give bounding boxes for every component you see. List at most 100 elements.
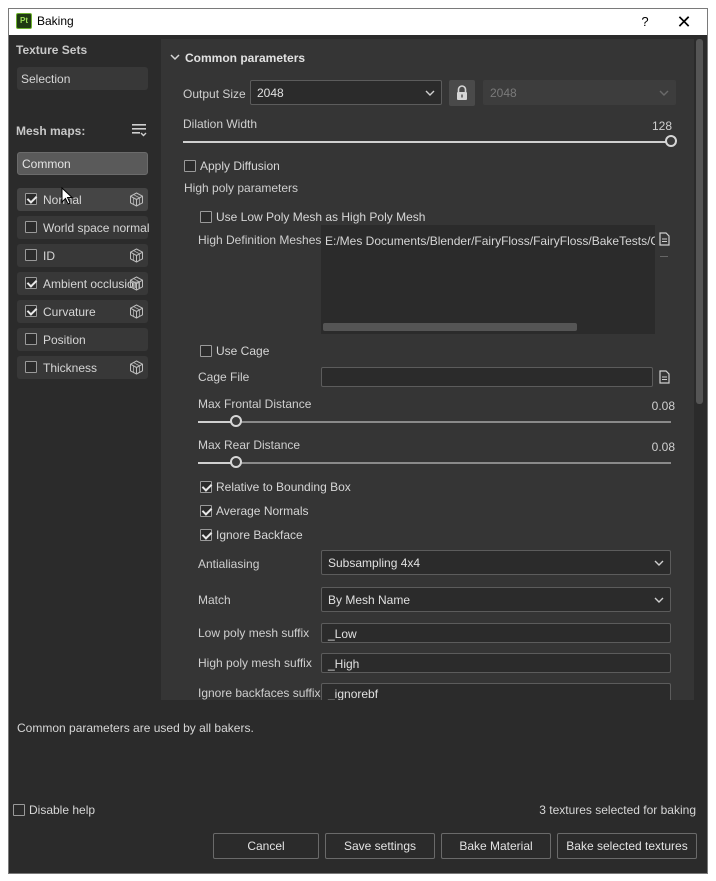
cube-icon[interactable] — [129, 360, 144, 375]
cube-icon[interactable] — [129, 192, 144, 207]
max-frontal-track — [198, 421, 671, 423]
relative-bbox-checkbox[interactable] — [200, 481, 212, 493]
help-button[interactable]: ? — [635, 12, 655, 32]
relative-bbox-row[interactable]: Relative to Bounding Box — [200, 480, 351, 494]
high-poly-suffix-input[interactable]: _High — [321, 653, 671, 673]
title-bar: Pt Baking ? ✕ — [9, 9, 707, 35]
apply-diffusion-checkbox[interactable] — [184, 160, 196, 172]
output-size-locked-select: 2048 — [483, 80, 676, 105]
meshes-horizontal-scrollbar[interactable] — [323, 323, 577, 331]
mesh-map-label: ID — [43, 249, 55, 263]
max-frontal-distance-slider[interactable] — [230, 415, 242, 427]
texture-set-selection[interactable]: Selection — [17, 67, 148, 90]
use-low-poly-checkbox[interactable] — [200, 211, 212, 223]
file-icon[interactable] — [659, 370, 670, 384]
disable-help-row[interactable]: Disable help — [13, 803, 95, 817]
mesh-map-item[interactable]: Position — [17, 328, 148, 351]
ignore-backface-label: Ignore Backface — [216, 528, 303, 542]
close-button[interactable]: ✕ — [673, 12, 695, 32]
ignore-backface-checkbox[interactable] — [200, 529, 212, 541]
output-size-label: Output Size — [183, 87, 246, 101]
mouse-cursor-icon — [61, 187, 73, 205]
app-logo-icon: Pt — [16, 13, 32, 29]
mesh-map-checkbox[interactable] — [25, 249, 37, 261]
mesh-map-checkbox[interactable] — [25, 277, 37, 289]
high-def-mesh-path[interactable]: E:/Mes Documents/Blender/FairyFloss/Fair… — [325, 234, 655, 248]
file-icon[interactable] — [659, 232, 670, 246]
use-low-poly-row[interactable]: Use Low Poly Mesh as High Poly Mesh — [200, 210, 425, 224]
mesh-map-item[interactable]: Curvature — [17, 300, 148, 323]
max-frontal-distance-label: Max Frontal Distance — [198, 397, 312, 411]
max-rear-distance-label: Max Rear Distance — [198, 438, 301, 452]
vertical-scrollbar-thumb[interactable] — [696, 39, 703, 404]
disable-help-checkbox[interactable] — [13, 804, 25, 816]
average-normals-checkbox[interactable] — [200, 505, 212, 517]
mesh-map-label: Ambient occlusion — [43, 277, 141, 291]
average-normals-label: Average Normals — [216, 504, 309, 518]
match-select[interactable]: By Mesh Name — [321, 587, 671, 612]
section-title[interactable]: Common parameters — [185, 51, 305, 65]
cage-file-label: Cage File — [198, 370, 250, 384]
use-cage-row[interactable]: Use Cage — [200, 344, 269, 358]
chevron-down-icon[interactable] — [170, 52, 180, 62]
help-text: Common parameters are used by all bakers… — [17, 721, 254, 735]
mesh-map-item[interactable]: Normal — [17, 188, 148, 211]
mesh-map-checkbox[interactable] — [25, 193, 37, 205]
use-low-poly-label: Use Low Poly Mesh as High Poly Mesh — [216, 210, 426, 224]
mesh-map-item[interactable]: ID — [17, 244, 148, 267]
dilation-width-label: Dilation Width — [183, 117, 258, 131]
chevron-down-icon — [654, 597, 664, 603]
output-size-select[interactable]: 2048 — [250, 80, 442, 105]
max-rear-distance-slider[interactable] — [230, 456, 242, 468]
list-menu-icon[interactable] — [131, 122, 147, 138]
common-button[interactable]: Common — [17, 152, 148, 175]
high-poly-suffix-label: High poly mesh suffix — [198, 656, 312, 670]
ignore-backface-row[interactable]: Ignore Backface — [200, 528, 303, 542]
lock-button[interactable] — [449, 80, 475, 106]
bake-material-button[interactable]: Bake Material — [441, 833, 551, 859]
cancel-button[interactable]: Cancel — [213, 833, 319, 859]
disable-help-label: Disable help — [29, 803, 96, 817]
mesh-map-item[interactable]: Ambient occlusion — [17, 272, 148, 295]
chevron-down-icon — [654, 560, 664, 566]
mesh-map-checkbox[interactable] — [25, 305, 37, 317]
mesh-map-checkbox[interactable] — [25, 221, 37, 233]
dilation-width-fill — [183, 141, 671, 143]
remove-mesh-icon[interactable] — [660, 256, 668, 257]
apply-diffusion-label: Apply Diffusion — [200, 159, 280, 173]
mesh-map-checkbox[interactable] — [25, 361, 37, 373]
mesh-map-checkbox[interactable] — [25, 333, 37, 345]
use-cage-label: Use Cage — [216, 344, 270, 358]
mesh-map-label: World space normal — [43, 221, 150, 235]
save-settings-button[interactable]: Save settings — [325, 833, 435, 859]
ignore-backfaces-suffix-input[interactable]: _ignorebf — [321, 683, 671, 700]
bake-selected-textures-button[interactable]: Bake selected textures — [557, 833, 697, 859]
match-value: By Mesh Name — [328, 593, 411, 607]
ignore-backfaces-suffix-label: Ignore backfaces suffix — [198, 686, 321, 700]
mesh-map-item[interactable]: Thickness — [17, 356, 148, 379]
dilation-width-value: 128 — [651, 119, 672, 133]
texture-sets-heading: Texture Sets — [16, 43, 88, 57]
low-poly-suffix-input[interactable]: _Low — [321, 623, 671, 643]
low-poly-suffix-label: Low poly mesh suffix — [198, 626, 310, 640]
mesh-maps-heading: Mesh maps: — [16, 124, 86, 138]
mesh-map-label: Position — [43, 333, 86, 347]
cube-icon[interactable] — [129, 304, 144, 319]
mesh-map-item[interactable]: World space normal — [17, 216, 150, 239]
high-def-meshes-list[interactable]: E:/Mes Documents/Blender/FairyFloss/Fair… — [321, 225, 655, 334]
match-label: Match — [198, 593, 231, 607]
cage-file-input[interactable] — [321, 367, 653, 387]
cube-icon[interactable] — [129, 276, 144, 291]
antialiasing-label: Antialiasing — [198, 557, 260, 571]
dilation-width-slider[interactable] — [665, 135, 677, 147]
antialiasing-select[interactable]: Subsampling 4x4 — [321, 550, 671, 575]
apply-diffusion-row[interactable]: Apply Diffusion — [184, 159, 280, 173]
mesh-map-label: Thickness — [43, 361, 98, 375]
mesh-map-label: Curvature — [43, 305, 96, 319]
max-rear-distance-value: 0.08 — [651, 440, 675, 454]
use-cage-checkbox[interactable] — [200, 345, 212, 357]
average-normals-row[interactable]: Average Normals — [200, 504, 308, 518]
cube-icon[interactable] — [129, 248, 144, 263]
baking-dialog: Pt Baking ? ✕ Texture Sets Selection Mes… — [8, 8, 708, 874]
textures-selected-count: 3 textures selected for baking — [539, 803, 696, 817]
